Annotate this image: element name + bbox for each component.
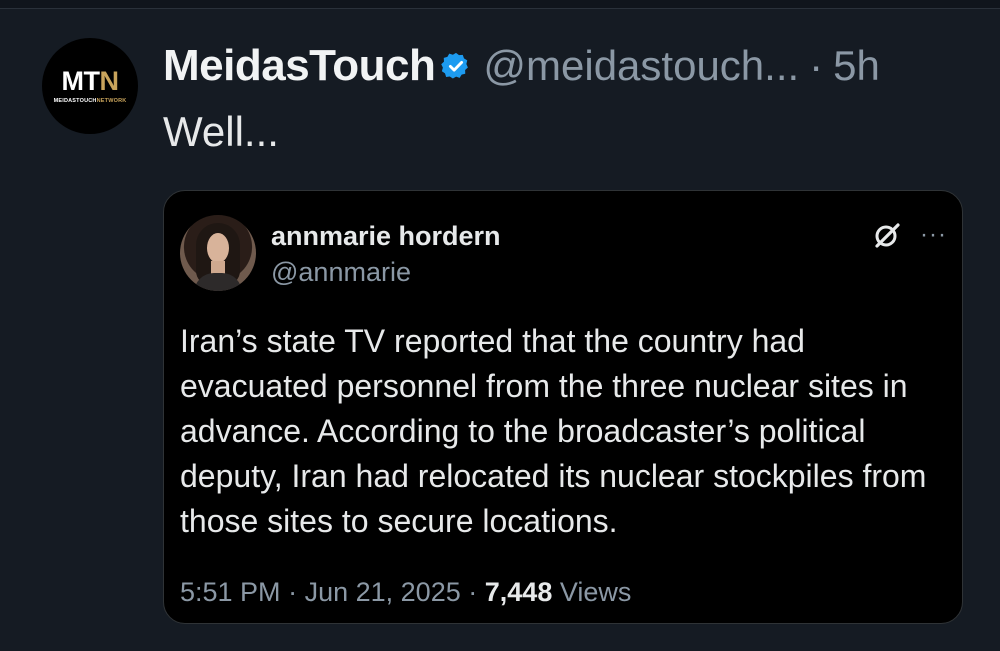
quoted-post-text: Iran’s state TV reported that the countr… [180, 323, 927, 539]
post-text: Well... [163, 108, 279, 155]
author-handle[interactable]: @meidastouch... [483, 42, 799, 90]
quoted-author-avatar[interactable] [180, 215, 256, 291]
quoted-author-name[interactable]: annmarie hordern [271, 221, 501, 252]
quoted-post-time[interactable]: 5:51 PM [180, 577, 281, 607]
quoted-post-meta: 5:51 PM · Jun 21, 2025 · 7,448 Views [180, 577, 631, 608]
meta-separator: · [288, 577, 298, 607]
author-avatar[interactable]: MTN MEIDASTOUCHNETWORK [42, 38, 138, 134]
top-divider [0, 0, 1000, 9]
header-separator: · [809, 42, 824, 89]
meta-separator-2: · [468, 577, 478, 607]
avatar-logo-text: MTN [61, 66, 119, 96]
post-time[interactable]: 5h [833, 42, 880, 90]
grok-icon[interactable] [870, 219, 904, 253]
quoted-post-card[interactable]: annmarie hordern @annmarie ··· Iran’s st… [163, 190, 963, 624]
avatar-logo-subtext: MEIDASTOUCHNETWORK [53, 98, 127, 104]
post-header: MeidasTouch @meidastouch... · 5h [163, 40, 880, 92]
views-label: Views [559, 577, 632, 607]
views-count[interactable]: 7,448 [485, 577, 553, 607]
more-icon[interactable]: ··· [920, 221, 947, 249]
verified-badge-icon[interactable] [441, 51, 471, 81]
author-display-name[interactable]: MeidasTouch [163, 41, 436, 91]
quoted-author-handle[interactable]: @annmarie [271, 257, 411, 288]
quoted-post-date[interactable]: Jun 21, 2025 [305, 577, 461, 607]
